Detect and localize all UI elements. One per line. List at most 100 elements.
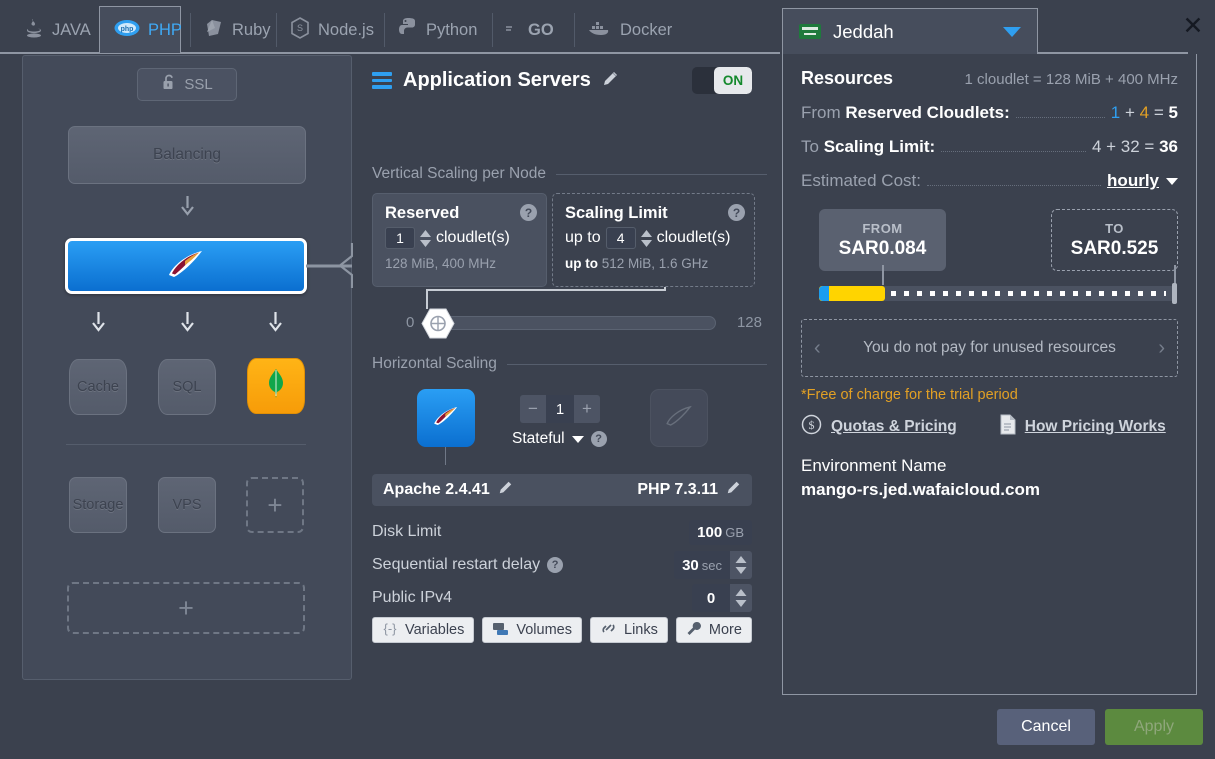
balancing-node[interactable]: Balancing: [68, 126, 306, 184]
public-ipv4-value[interactable]: 0: [692, 584, 730, 612]
close-icon[interactable]: ✕: [1179, 12, 1207, 40]
edit-pencil-icon[interactable]: [726, 480, 741, 500]
restart-delay-unit: sec: [701, 557, 722, 573]
topology-add-node-button[interactable]: +: [246, 477, 304, 533]
scaling-limit-help-icon[interactable]: ?: [728, 204, 745, 221]
edit-pencil-icon[interactable]: [602, 70, 619, 92]
arrow-down-icon: [181, 196, 194, 216]
node-count-increment[interactable]: +: [574, 395, 600, 423]
tab-python[interactable]: Python: [384, 6, 488, 54]
link-label: Quotas & Pricing: [831, 418, 957, 435]
php-application-server-node[interactable]: [65, 238, 307, 294]
tile-label: Cache: [77, 379, 119, 395]
restart-delay-row: Sequential restart delay ? 30 sec: [372, 550, 752, 580]
quotas-and-pricing-link[interactable]: $ Quotas & Pricing: [801, 414, 957, 440]
scaling-limit-title: Scaling Limit: [565, 204, 668, 222]
tab-java[interactable]: JAVA: [10, 6, 98, 54]
scaling-node-active[interactable]: [417, 389, 475, 447]
price-range-bar: [801, 265, 1178, 305]
tab-docker[interactable]: Docker: [574, 6, 686, 54]
environment-name-value: mango-rs.jed.wafaicloud.com: [801, 480, 1040, 499]
reserved-cloudlets-input[interactable]: 1: [385, 227, 415, 249]
disk-limit-unit: GB: [725, 524, 744, 540]
button-label: More: [708, 622, 742, 638]
node-count-stepper[interactable]: − 1 +: [520, 395, 600, 423]
node-connector-arrow: [338, 243, 353, 288]
tab-go[interactable]: GO: [492, 6, 570, 54]
resources-summary-panel: Resources 1 cloudlet = 128 MiB + 400 MHz…: [782, 54, 1197, 695]
topology-add-layer-button[interactable]: +: [67, 582, 305, 634]
price-to-amount: SAR0.525: [1070, 237, 1159, 259]
promo-carousel: ‹ You do not pay for unused resources ›: [801, 319, 1178, 377]
document-icon: [999, 414, 1016, 440]
application-servers-config-panel: Application Servers ON Vertical Scaling …: [360, 55, 780, 695]
public-ipv4-control[interactable]: 0: [692, 584, 752, 612]
topology-tile-mongodb[interactable]: [247, 358, 305, 414]
restart-delay-stepper[interactable]: [730, 551, 752, 579]
tab-php[interactable]: php PHP: [99, 6, 182, 53]
dialog-footer: Cancel Apply: [0, 697, 1215, 759]
reserved-title: Reserved: [385, 204, 460, 222]
slider-handle[interactable]: [420, 307, 456, 340]
topology-tile-vps[interactable]: VPS: [158, 477, 216, 533]
chevron-down-icon[interactable]: [1003, 26, 1021, 37]
volumes-button[interactable]: Volumes: [482, 617, 582, 643]
more-button[interactable]: More: [675, 617, 752, 643]
leader-dots: [927, 185, 1102, 186]
scaling-limit-stepper[interactable]: [640, 229, 652, 247]
reserved-help-icon[interactable]: ?: [520, 204, 537, 221]
php-version[interactable]: PHP 7.3.11: [637, 480, 741, 500]
tab-nodejs[interactable]: S Node.js: [276, 6, 386, 54]
cloudlet-slider[interactable]: 0 128: [372, 287, 762, 343]
public-ipv4-stepper[interactable]: [730, 584, 752, 612]
tab-ruby[interactable]: Ruby: [190, 6, 280, 54]
wrench-icon: [686, 621, 702, 640]
billing-period-dropdown[interactable]: hourly: [1107, 171, 1178, 191]
apply-button[interactable]: Apply: [1105, 709, 1203, 745]
topology-tile-cache[interactable]: Cache: [69, 359, 127, 415]
links-button[interactable]: Links: [590, 617, 668, 643]
stateful-help-icon[interactable]: ?: [590, 431, 607, 447]
tile-label: Storage: [72, 497, 124, 513]
menu-icon[interactable]: [372, 72, 392, 89]
edit-pencil-icon[interactable]: [498, 480, 513, 500]
carousel-next-button[interactable]: ›: [1158, 338, 1165, 358]
restart-delay-value[interactable]: 30 sec: [674, 551, 730, 579]
scaling-node-placeholder[interactable]: [650, 389, 708, 447]
web-server-version[interactable]: Apache 2.4.41: [383, 480, 513, 500]
cancel-button[interactable]: Cancel: [997, 709, 1095, 745]
node-count-decrement[interactable]: −: [520, 395, 546, 423]
restart-delay-control[interactable]: 30 sec: [674, 551, 752, 579]
scaling-limit-input-row: up to 4 cloudlet(s): [565, 227, 742, 249]
from-reserved-value: 1 + 4 = 5: [1110, 103, 1178, 122]
tab-label: JAVA: [52, 20, 91, 39]
slider-max-label: 128: [736, 314, 762, 331]
application-servers-toggle[interactable]: ON: [692, 67, 752, 94]
price-from-caption: FROM: [862, 220, 903, 236]
button-label: Variables: [405, 622, 465, 638]
topology-tile-sql[interactable]: SQL: [158, 359, 216, 415]
reserved-stepper[interactable]: [420, 229, 431, 247]
how-pricing-works-link[interactable]: How Pricing Works: [999, 414, 1166, 440]
disk-limit-value[interactable]: 100 GB: [689, 519, 752, 545]
scaling-limit-box: ? Scaling Limit up to 4 cloudlet(s) up t…: [552, 193, 755, 287]
restart-delay-help-icon[interactable]: ?: [547, 557, 564, 573]
carousel-prev-button[interactable]: ‹: [814, 338, 821, 358]
price-from-amount: SAR0.084: [838, 237, 927, 259]
topology-tile-storage[interactable]: Storage: [69, 477, 127, 533]
stateful-dropdown[interactable]: Stateful ?: [512, 430, 607, 448]
region-tab-header[interactable]: Jeddah: [782, 8, 1038, 54]
svg-text:php: php: [121, 26, 134, 33]
scaling-limit-sub-prefix: up to: [565, 256, 598, 271]
slider-track[interactable]: [426, 316, 716, 330]
node-count-value[interactable]: 1: [546, 395, 574, 423]
arrow-down-icon: [181, 312, 194, 332]
variables-button[interactable]: {-} Variables: [372, 617, 475, 643]
slider-min-label: 0: [406, 314, 415, 331]
ssl-badge[interactable]: SSL: [137, 68, 237, 101]
reserved-sub: 128 MiB, 400 MHz: [385, 256, 497, 271]
price-bar-dotted-range: [891, 291, 1166, 296]
dollar-circle-icon: $: [801, 414, 822, 440]
tab-label: Docker: [620, 20, 673, 39]
scaling-limit-input[interactable]: 4: [605, 227, 636, 249]
